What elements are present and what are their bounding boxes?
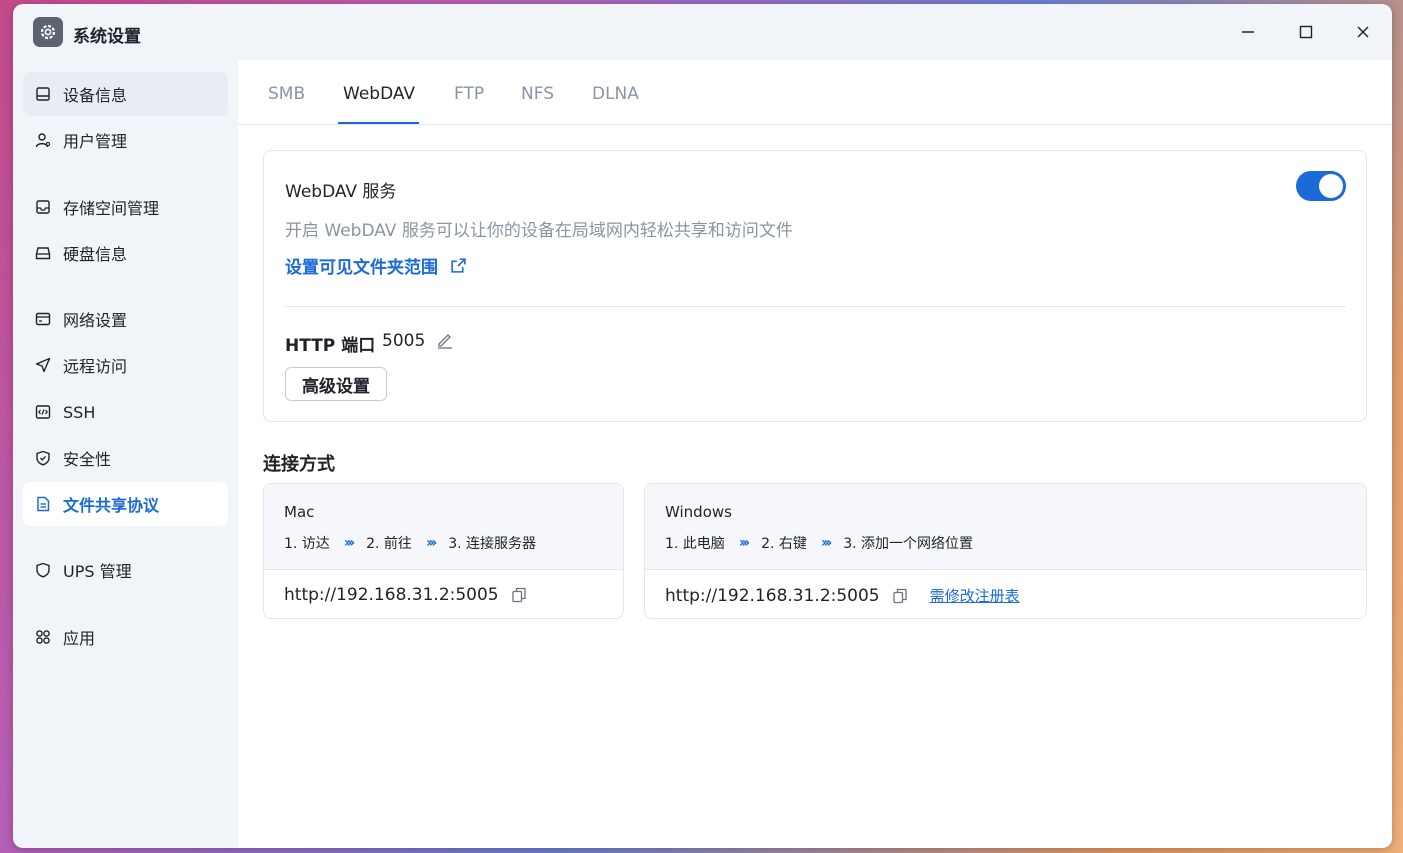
service-toggle[interactable]	[1296, 171, 1346, 201]
code-icon	[35, 404, 51, 420]
connection-title: 连接方式	[263, 454, 335, 475]
copy-icon[interactable]	[892, 588, 908, 604]
service-card: WebDAV 服务 开启 WebDAV 服务可以让你的设备在局域网内轻松共享和访…	[263, 150, 1367, 422]
mac-url-row: http://192.168.31.2:5005	[284, 585, 527, 605]
sidebar-item-label: 远程访问	[63, 357, 128, 376]
folder-scope-label: 设置可见文件夹范围	[285, 258, 438, 278]
tab-smb[interactable]: SMB	[268, 84, 305, 104]
sidebar-item-storage[interactable]: 存储空间管理	[23, 185, 228, 229]
step-arrow-icon: ›››	[738, 535, 750, 551]
mac-card-header: Mac 1. 访达 ››› 2. 前往 ››› 3. 连接服务器	[264, 484, 623, 570]
active-tab-indicator	[338, 122, 419, 124]
windows-url-row: http://192.168.31.2:5005 需修改注册表	[665, 585, 1020, 606]
sidebar-item-security[interactable]: 安全性	[23, 436, 228, 480]
step-arrow-icon: ›››	[425, 535, 437, 551]
network-icon	[35, 311, 51, 327]
divider	[285, 306, 1346, 307]
tab-nfs[interactable]: NFS	[521, 84, 554, 104]
service-title: WebDAV 服务	[285, 182, 397, 202]
advanced-settings-button[interactable]: 高级设置	[285, 367, 387, 401]
windows-connection-card: Windows 1. 此电脑 ››› 2. 右键 ››› 3. 添加一个网络位置…	[644, 483, 1367, 619]
sidebar-item-label: 硬盘信息	[63, 245, 128, 264]
windows-step-3: 3. 添加一个网络位置	[843, 536, 974, 552]
storage-icon	[35, 199, 51, 215]
windows-os-label: Windows	[665, 503, 732, 521]
windows-steps: 1. 此电脑 ››› 2. 右键 ››› 3. 添加一个网络位置	[665, 533, 973, 553]
disk-icon	[35, 245, 51, 261]
sidebar-item-label: 文件共享协议	[63, 496, 160, 515]
mac-step-2: 2. 前往	[366, 536, 412, 552]
window-title: 系统设置	[73, 27, 141, 47]
sidebar-item-disk-info[interactable]: 硬盘信息	[23, 231, 228, 275]
sidebar-item-label: 安全性	[63, 450, 112, 469]
service-description: 开启 WebDAV 服务可以让你的设备在局域网内轻松共享和访问文件	[285, 221, 793, 241]
send-icon	[35, 357, 51, 373]
external-link-icon	[451, 258, 466, 273]
windows-step-1: 1. 此电脑	[665, 536, 725, 552]
mac-steps: 1. 访达 ››› 2. 前往 ››› 3. 连接服务器	[284, 533, 536, 553]
sidebar-item-label: SSH	[63, 402, 96, 422]
tab-ftp[interactable]: FTP	[454, 84, 484, 104]
sidebar-item-label: 设备信息	[63, 86, 128, 105]
mac-connection-card: Mac 1. 访达 ››› 2. 前往 ››› 3. 连接服务器 http://…	[263, 483, 624, 619]
sidebar-item-network[interactable]: 网络设置	[23, 297, 228, 341]
gear-icon	[33, 17, 63, 47]
sidebar-item-label: 存储空间管理	[63, 199, 160, 218]
ups-shield-icon	[35, 562, 51, 578]
maximize-button[interactable]	[1294, 20, 1318, 44]
minimize-button[interactable]	[1236, 20, 1260, 44]
windows-step-2: 2. 右键	[761, 536, 807, 552]
close-button[interactable]	[1351, 20, 1375, 44]
mac-step-1: 1. 访达	[284, 536, 330, 552]
tab-dlna[interactable]: DLNA	[592, 84, 639, 104]
tab-webdav[interactable]: WebDAV	[343, 84, 415, 104]
sidebar-item-device-info[interactable]: 设备信息	[23, 72, 228, 116]
folder-scope-link[interactable]: 设置可见文件夹范围	[285, 253, 467, 278]
http-port-value: 5005	[382, 331, 426, 351]
file-icon	[35, 496, 51, 512]
mac-url: http://192.168.31.2:5005	[284, 585, 499, 605]
protocol-tabs: SMB WebDAV FTP NFS DLNA	[238, 60, 1392, 125]
toggle-knob	[1319, 174, 1343, 198]
edit-port-icon[interactable]	[436, 331, 454, 349]
registry-link[interactable]: 需修改注册表	[930, 585, 1020, 606]
http-port-label: HTTP 端口	[285, 336, 376, 356]
sidebar-item-remote-access[interactable]: 远程访问	[23, 343, 228, 387]
sidebar-item-label: 应用	[63, 629, 96, 648]
mac-os-label: Mac	[284, 503, 315, 521]
settings-window: 系统设置 设备信息 用户管理 存储空间管理 硬盘信息 网络设置 远程访问 SSH…	[13, 4, 1392, 848]
shield-icon	[35, 450, 51, 466]
device-icon	[35, 86, 51, 102]
sidebar-item-user-management[interactable]: 用户管理	[23, 118, 228, 162]
sidebar: 设备信息 用户管理 存储空间管理 硬盘信息 网络设置 远程访问 SSH 安全性 …	[13, 60, 238, 848]
user-icon	[35, 132, 51, 148]
copy-icon[interactable]	[511, 587, 527, 603]
windows-card-header: Windows 1. 此电脑 ››› 2. 右键 ››› 3. 添加一个网络位置	[645, 484, 1366, 570]
step-arrow-icon: ›››	[820, 535, 832, 551]
windows-url: http://192.168.31.2:5005	[665, 585, 880, 606]
sidebar-item-apps[interactable]: 应用	[23, 615, 228, 659]
sidebar-item-label: 用户管理	[63, 132, 128, 151]
step-arrow-icon: ›››	[343, 535, 355, 551]
sidebar-item-ssh[interactable]: SSH	[23, 390, 228, 434]
main-content: SMB WebDAV FTP NFS DLNA WebDAV 服务 开启 Web…	[238, 60, 1392, 848]
mac-step-3: 3. 连接服务器	[448, 536, 537, 552]
sidebar-item-label: UPS 管理	[63, 562, 132, 581]
sidebar-item-file-sharing[interactable]: 文件共享协议	[23, 482, 228, 526]
sidebar-item-ups[interactable]: UPS 管理	[23, 548, 228, 592]
sidebar-item-label: 网络设置	[63, 311, 128, 330]
title-bar: 系统设置	[13, 4, 1392, 60]
apps-icon	[35, 629, 51, 645]
